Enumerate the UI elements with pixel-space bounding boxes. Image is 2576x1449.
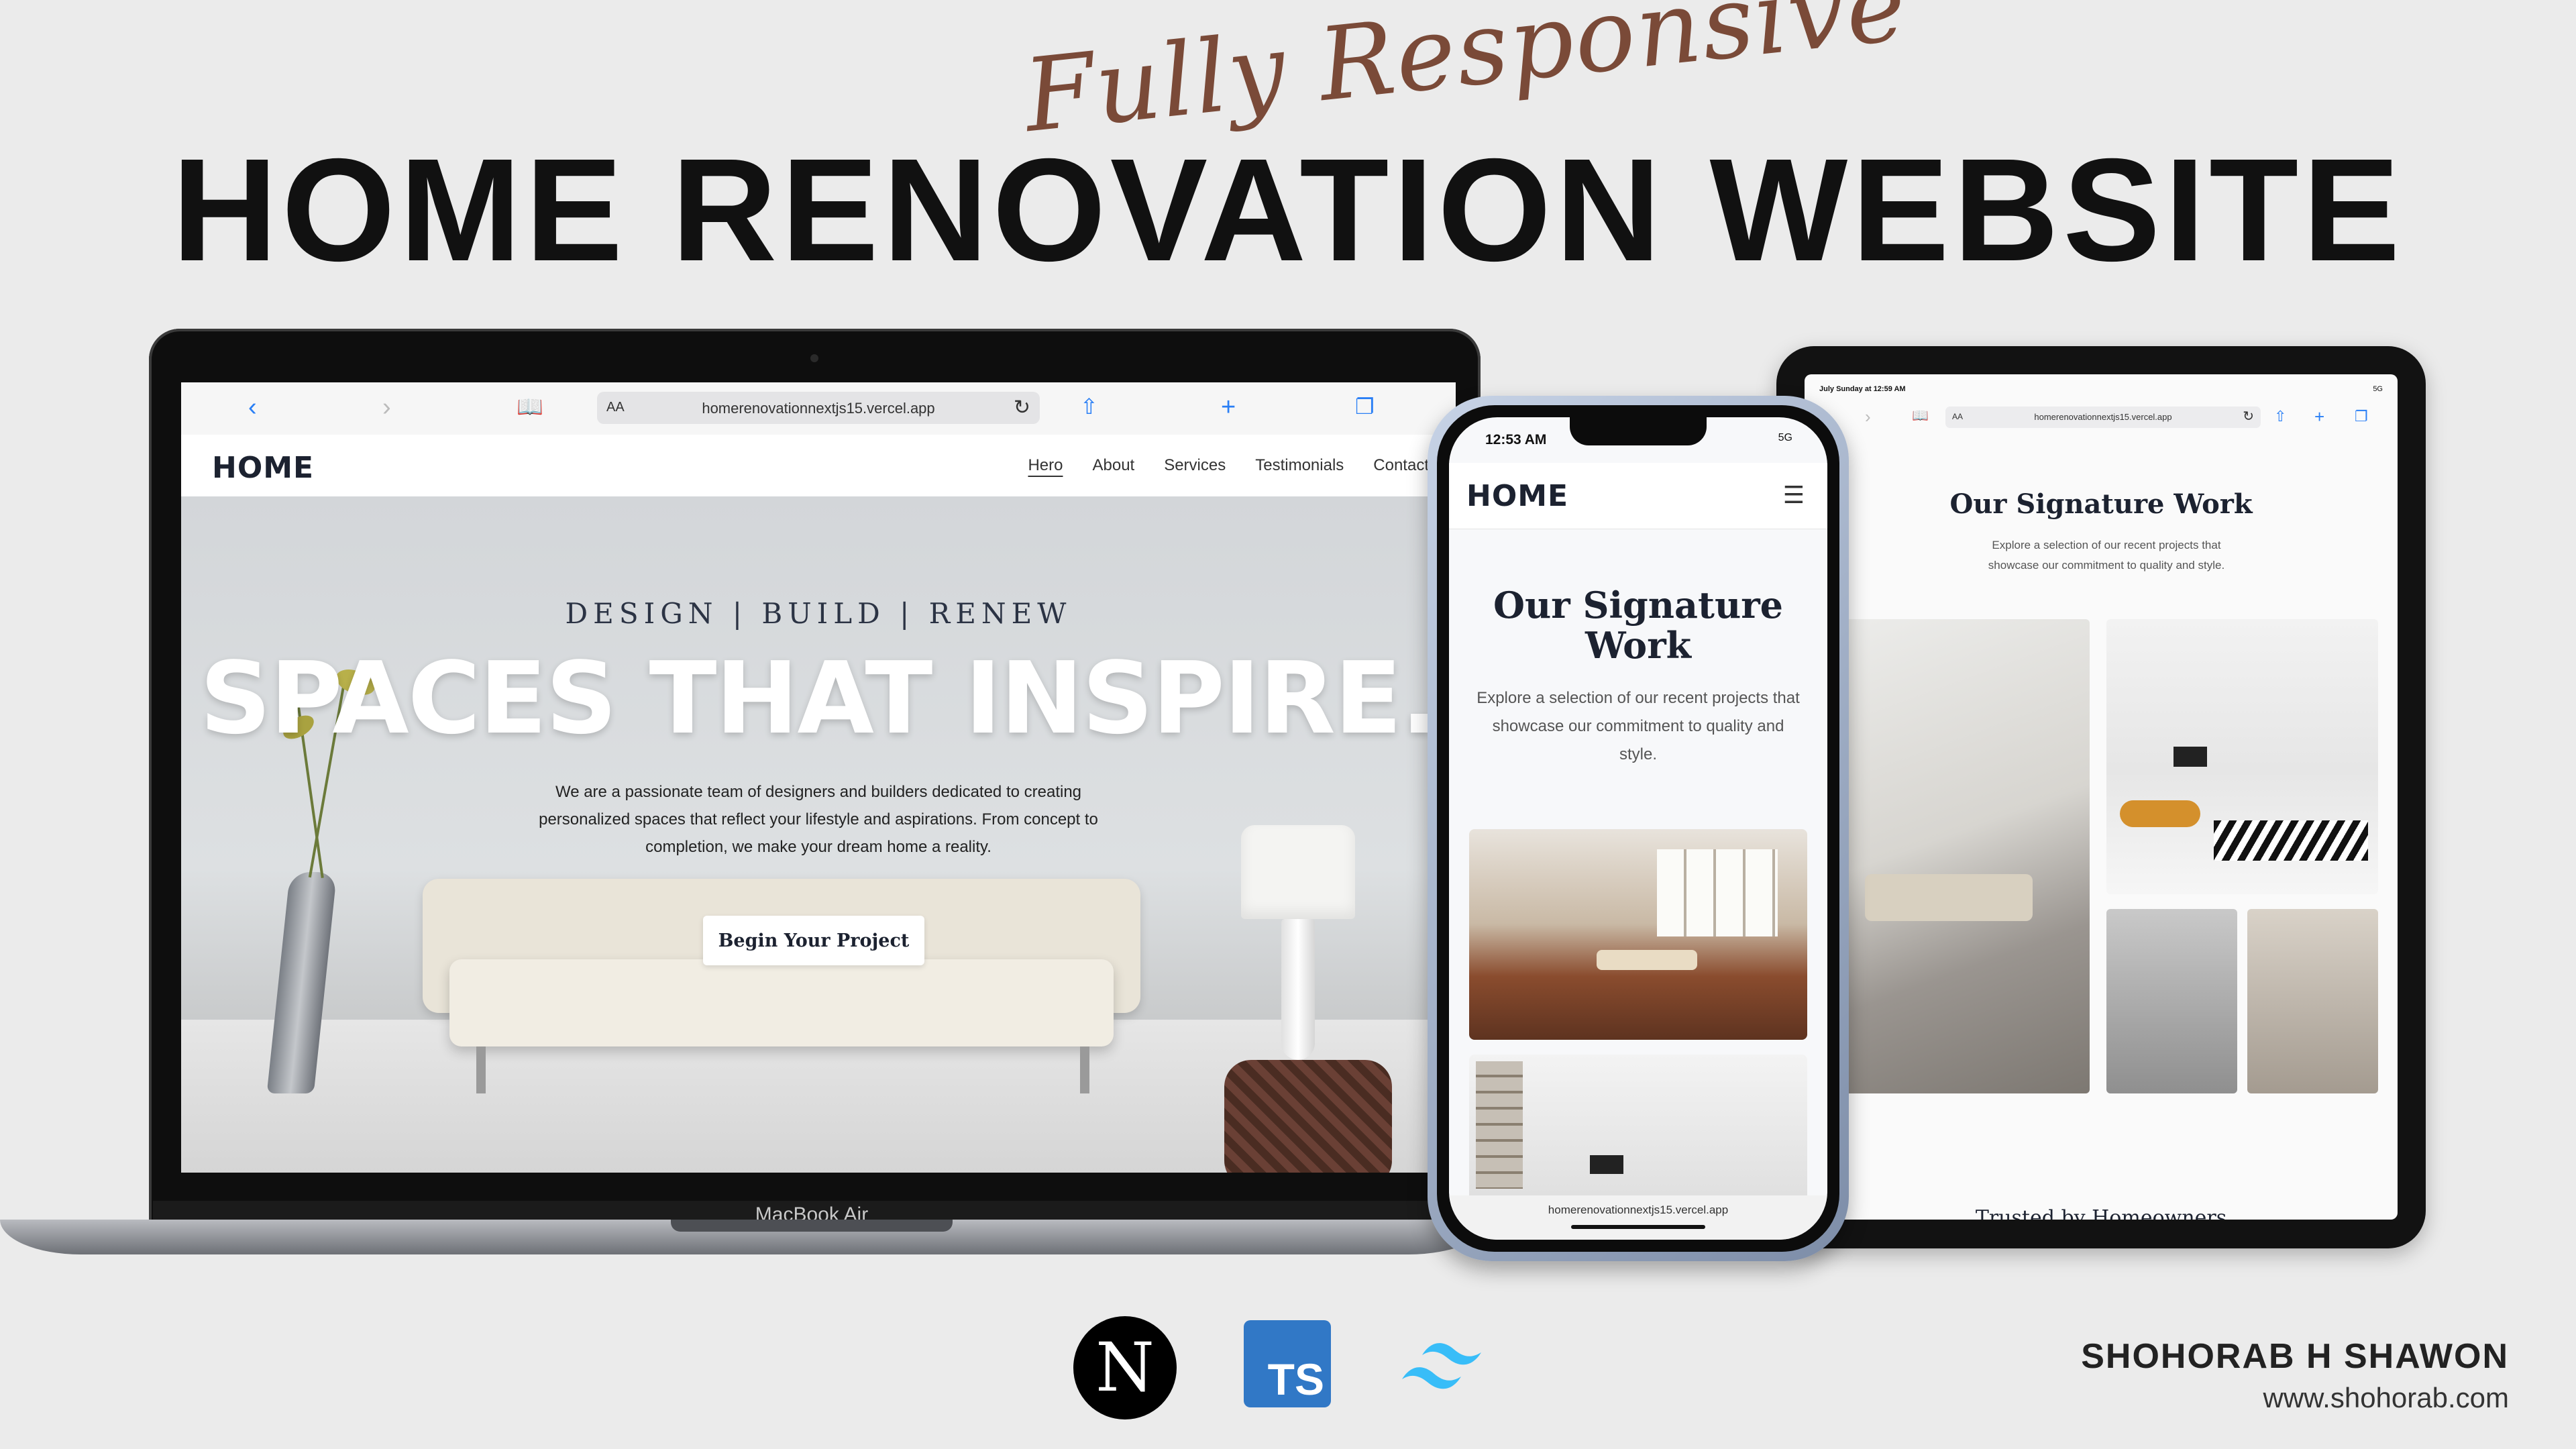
- reload-icon[interactable]: ↻: [2243, 408, 2254, 425]
- hero-title: SPACES THAT INSPIRE.: [199, 641, 1439, 756]
- nextjs-logo: N: [1073, 1316, 1177, 1419]
- script-subtitle: Fully Responsive: [1018, 0, 1913, 156]
- new-tab-icon[interactable]: +: [1221, 394, 1236, 420]
- tailwind-wave-top: [1422, 1343, 1481, 1365]
- hero-eyebrow: DESIGN | BUILD | RENEW: [565, 597, 1072, 630]
- chair-shape: [2120, 800, 2200, 827]
- project-image-white-lounge[interactable]: [1469, 1055, 1807, 1195]
- phone-address-bar[interactable]: homerenovationnextjs15.vercel.app: [1449, 1195, 1827, 1240]
- sofa-shape: [1865, 874, 2033, 921]
- nav-link-testimonials[interactable]: Testimonials: [1255, 456, 1344, 475]
- tablet-section-heading: Our Signature Work: [1949, 488, 2253, 520]
- phone-section-heading: Our Signature Work: [1493, 584, 1784, 667]
- bookmarks-icon[interactable]: 📖: [1912, 409, 1929, 423]
- reload-icon[interactable]: ↻: [1014, 396, 1030, 419]
- home-indicator: [1571, 1225, 1705, 1229]
- sofa-shape: [1597, 950, 1697, 970]
- url-text: homerenovationnextjs15.vercel.app: [1548, 1203, 1729, 1216]
- forward-icon[interactable]: ›: [1865, 408, 1871, 425]
- tablet-browser-toolbar: ‹ › 📖 AA homerenovationnextjs15.vercel.a…: [1805, 405, 2398, 432]
- phone-status-signal: 5G: [1778, 432, 1792, 443]
- tailwind-logo: [1402, 1343, 1481, 1389]
- tailwind-wave-bottom: [1402, 1367, 1461, 1389]
- hero-description: We are a passionate team of designers an…: [539, 783, 1098, 856]
- address-bar[interactable]: AA homerenovationnextjs15.vercel.app ↻: [597, 392, 1040, 424]
- tabs-icon[interactable]: ❐: [2355, 409, 2368, 424]
- tv-shape: [2174, 747, 2207, 767]
- lamp-base: [1281, 919, 1315, 1060]
- project-image-lounge[interactable]: [2106, 619, 2378, 894]
- phone-section-subtitle: Explore a selection of our recent projec…: [1477, 689, 1800, 763]
- sofa-leg: [476, 1046, 486, 1093]
- back-icon[interactable]: ‹: [248, 394, 257, 420]
- laptop-hinge-notch: [671, 1220, 953, 1232]
- begin-project-button[interactable]: Begin Your Project: [703, 916, 924, 965]
- phone-screen: 12:53 AM 5G HOME ☰ Our Signature Work Ex…: [1449, 417, 1827, 1240]
- bookmarks-icon[interactable]: 📖: [517, 396, 543, 417]
- project-image-living-room[interactable]: [1845, 619, 2090, 1093]
- share-icon[interactable]: ⇧: [2274, 409, 2286, 424]
- site-logo[interactable]: HOME: [212, 451, 314, 485]
- project-image-wood-floor[interactable]: [1469, 829, 1807, 1040]
- typescript-logo: TS: [1244, 1320, 1331, 1407]
- phone-navbar: HOME ☰: [1449, 463, 1827, 529]
- sofa-seat: [449, 959, 1114, 1046]
- nav-link-contact[interactable]: Contact: [1373, 456, 1429, 475]
- rug-shape: [2214, 820, 2368, 861]
- tablet-status-signal: 5G: [2373, 385, 2383, 393]
- tablet-next-heading: Trusted by Homeowners: [1975, 1206, 2227, 1220]
- laptop-screen: ‹ › 📖 AA homerenovationnextjs15.vercel.a…: [181, 382, 1456, 1173]
- browser-toolbar: ‹ › 📖 AA homerenovationnextjs15.vercel.a…: [181, 382, 1456, 435]
- bookshelf-shape: [1476, 1061, 1523, 1189]
- nav-link-hero[interactable]: Hero: [1028, 456, 1063, 475]
- url-text: homerenovationnextjs15.vercel.app: [702, 400, 935, 417]
- tabs-icon[interactable]: ❐: [1355, 396, 1375, 417]
- tablet-address-bar[interactable]: AA homerenovationnextjs15.vercel.app ↻: [1945, 407, 2261, 428]
- tablet-section-subtitle: Explore a selection of our recent projec…: [1988, 539, 2225, 572]
- project-image-hallway[interactable]: [2106, 909, 2237, 1093]
- author-name: SHOHORAB H SHAWON: [2081, 1337, 2509, 1376]
- author-website[interactable]: www.shohorab.com: [2263, 1382, 2510, 1414]
- share-icon[interactable]: ⇧: [1080, 396, 1098, 417]
- main-title: HOME RENOVATION WEBSITE: [172, 129, 2404, 292]
- site-navbar: HOME Hero About Services Testimonials Co…: [181, 435, 1456, 497]
- forward-icon[interactable]: ›: [382, 394, 391, 420]
- nav-link-services[interactable]: Services: [1164, 456, 1226, 475]
- phone-status-time: 12:53 AM: [1485, 432, 1547, 447]
- phone-notch: [1570, 417, 1707, 445]
- hero-section: DESIGN | BUILD | RENEW SPACES THAT INSPI…: [181, 496, 1456, 1173]
- project-image-bedroom[interactable]: [2247, 909, 2378, 1093]
- sofa-leg: [1080, 1046, 1089, 1093]
- window-shape: [1657, 849, 1778, 936]
- nav-links: Hero About Services Testimonials Contact: [1028, 456, 1429, 475]
- site-logo[interactable]: HOME: [1466, 479, 1568, 513]
- tablet-status-time: July Sunday at 12:59 AM: [1819, 385, 1906, 393]
- lamp-shade: [1241, 825, 1355, 919]
- side-table: [1224, 1060, 1392, 1173]
- tv-shape: [1590, 1155, 1623, 1174]
- hamburger-menu-icon[interactable]: ☰: [1783, 483, 1805, 507]
- nav-link-about[interactable]: About: [1092, 456, 1134, 475]
- tablet-screen: July Sunday at 12:59 AM 5G ‹ › 📖 AA home…: [1805, 374, 2398, 1220]
- url-text: homerenovationnextjs15.vercel.app: [2034, 412, 2172, 422]
- laptop-camera: [810, 354, 818, 362]
- typescript-label: TS: [1267, 1354, 1324, 1404]
- new-tab-icon[interactable]: +: [2314, 408, 2324, 425]
